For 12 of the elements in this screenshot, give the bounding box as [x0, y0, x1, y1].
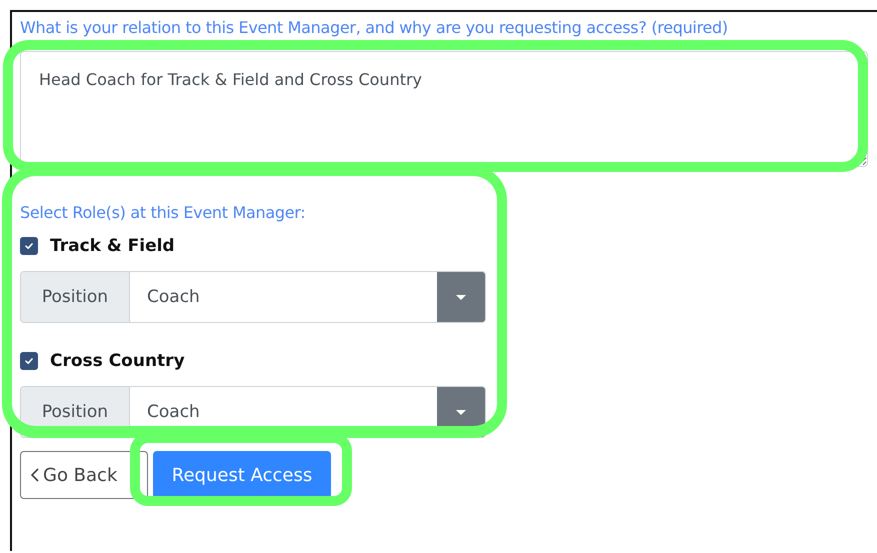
- request-access-button[interactable]: Request Access: [153, 451, 331, 499]
- role-name: Track & Field: [50, 236, 175, 256]
- check-icon: [24, 241, 34, 251]
- roles-label: Select Role(s) at this Event Manager:: [20, 203, 306, 222]
- reason-field[interactable]: Head Coach for Track & Field and Cross Country: [20, 51, 868, 167]
- checkbox[interactable]: [20, 237, 38, 255]
- checkbox[interactable]: [20, 352, 38, 370]
- back-button[interactable]: Go Back: [20, 451, 148, 499]
- question-label: What is your relation to this Event Manager, and why are you requesting access? (required): [20, 18, 729, 37]
- chevron-left-icon: [31, 468, 39, 482]
- role-name: Cross Country: [50, 351, 185, 371]
- check-icon: [24, 356, 34, 366]
